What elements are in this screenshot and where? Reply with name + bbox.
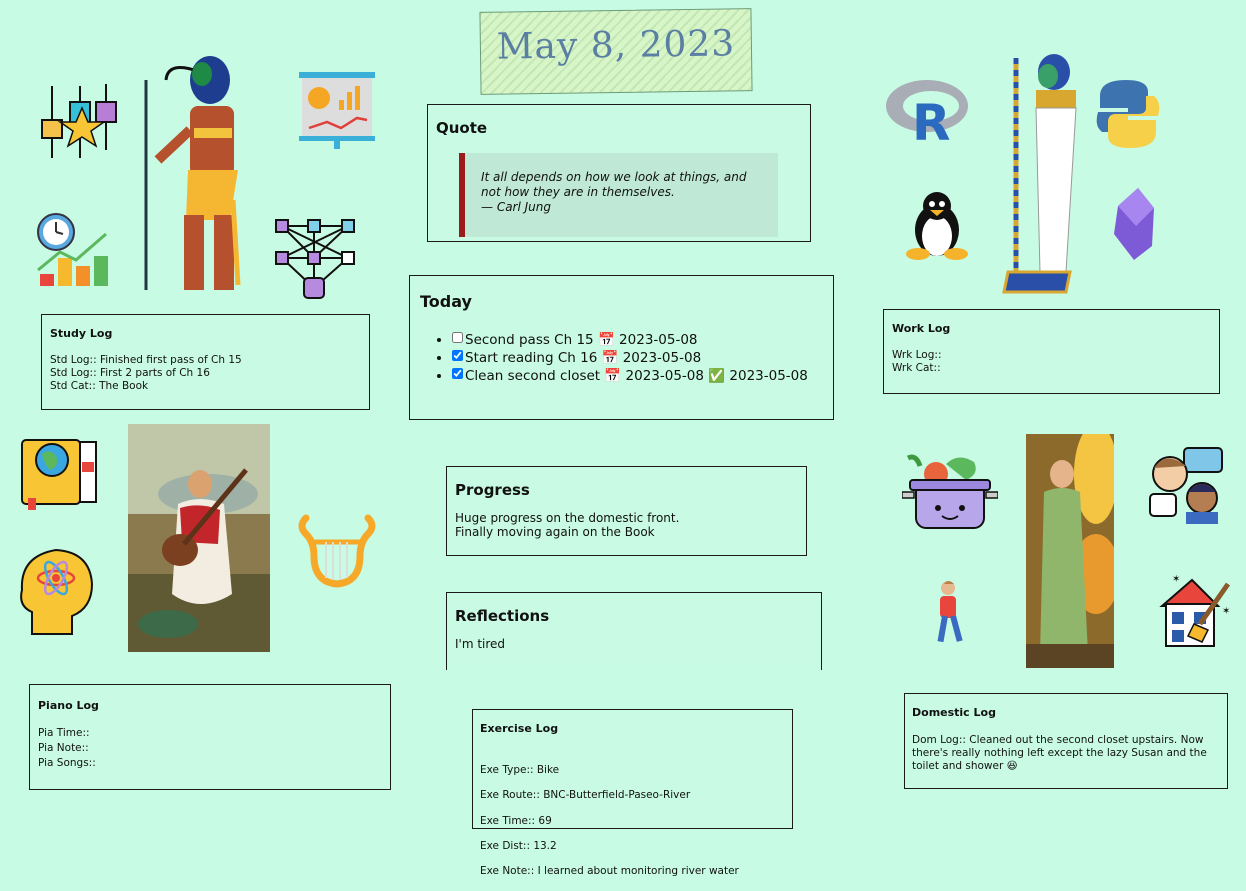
task-text: Start reading Ch 16	[465, 350, 598, 366]
done-check-icon: ✅	[708, 368, 726, 384]
goddess-painting	[1026, 434, 1114, 668]
thoth-figure	[144, 56, 241, 290]
task-text: Clean second closet	[465, 368, 601, 384]
work-log-lines: Wrk Log:: Wrk Cat::	[892, 349, 1211, 375]
task-date: 2023-05-08	[622, 350, 702, 366]
quote-text: It all depends on how we look at things,…	[481, 170, 747, 199]
exercise-log-card: Exercise Log Exe Type:: Bike Exe Route::…	[472, 709, 793, 877]
walking-child-icon	[937, 581, 963, 643]
quote-heading: Quote	[436, 119, 488, 137]
study-log-line: Std Log:: First 2 parts of Ch 16	[50, 367, 210, 379]
task-date: 2023-05-08	[625, 368, 704, 384]
work-log-heading: Work Log	[892, 322, 951, 335]
piano-log-line: Pia Songs::	[38, 757, 96, 769]
progress-heading: Progress	[455, 481, 530, 499]
svg-text:✶: ✶	[1222, 606, 1230, 617]
quote-block: It all depends on how we look at things,…	[459, 153, 778, 237]
task-checkbox[interactable]	[452, 368, 463, 379]
reflections-card: Reflections I'm tired	[446, 592, 822, 670]
page-title: May 8, 2023	[496, 23, 736, 68]
svg-text:R: R	[912, 94, 951, 144]
today-card: Today Second pass Ch 15 📅 2023-05-08 Sta…	[409, 275, 834, 420]
saraswati-painting	[128, 424, 270, 652]
piano-log-card: Piano Log Pia Time:: Pia Note:: Pia Song…	[29, 684, 391, 790]
progress-line: Finally moving again on the Book	[455, 525, 655, 539]
domestic-log-text: Dom Log:: Cleaned out the second closet …	[912, 734, 1207, 772]
work-log-line: Wrk Cat::	[892, 362, 941, 374]
exercise-log-lines: Exe Type:: Bike Exe Route:: BNC-Butterfi…	[480, 751, 785, 891]
svg-text:✶: ✶	[1172, 574, 1180, 585]
obsidian-gem-icon	[1114, 188, 1154, 260]
work-log-line: Wrk Log::	[892, 349, 942, 361]
quote-author: — Carl Jung	[481, 200, 551, 214]
task-checkbox[interactable]	[452, 332, 463, 343]
calendar-icon: 📅	[604, 368, 622, 384]
calendar-icon: 📅	[601, 350, 619, 366]
exercise-log-line: Exe Note:: I learned about monitoring ri…	[480, 865, 739, 878]
progress-line: Huge progress on the domestic front.	[455, 511, 680, 525]
task-item: Second pass Ch 15 📅 2023-05-08	[452, 331, 823, 349]
study-log-heading: Study Log	[50, 327, 113, 340]
python-logo-icon	[1096, 80, 1160, 148]
task-date: 2023-05-08	[619, 332, 698, 348]
exercise-log-heading: Exercise Log	[480, 722, 559, 735]
page-title-box: May 8, 2023	[479, 8, 753, 95]
cooking-pot-icon	[902, 454, 998, 529]
linux-penguin-icon	[906, 192, 968, 260]
presentation-chart-icon	[299, 72, 375, 149]
egyptian-god-figure	[1002, 54, 1077, 294]
task-text: Second pass Ch 15	[465, 332, 594, 348]
task-item: Clean second closet 📅 2023-05-08 ✅ 2023-…	[452, 367, 823, 385]
clock-growth-chart-icon	[37, 213, 108, 286]
progress-body: Huge progress on the domestic front. Fin…	[455, 511, 798, 539]
piano-log-lines: Pia Time:: Pia Note:: Pia Songs::	[38, 726, 382, 771]
science-head-icon	[20, 548, 94, 635]
calendar-icon: 📅	[597, 332, 615, 348]
domestic-log-heading: Domestic Log	[912, 706, 996, 719]
exercise-log-line: Exe Dist:: 13.2	[480, 839, 557, 852]
exercise-log-line: Exe Time:: 69	[480, 814, 552, 827]
task-list: Second pass Ch 15 📅 2023-05-08 Start rea…	[420, 331, 823, 385]
progress-card: Progress Huge progress on the domestic f…	[446, 466, 807, 556]
work-log-card: Work Log Wrk Log:: Wrk Cat::	[883, 309, 1220, 394]
piano-log-heading: Piano Log	[38, 699, 99, 712]
task-item: Start reading Ch 16 📅 2023-05-08	[452, 349, 823, 367]
study-log-line: Std Cat:: The Book	[50, 380, 149, 392]
exercise-log-line: Exe Route:: BNC-Butterfield-Paseo-River	[480, 789, 691, 802]
study-log-line: Std Log:: Finished first pass of Ch 15	[50, 354, 242, 366]
piano-log-line: Pia Time::	[38, 727, 90, 739]
globe-book-icon	[21, 439, 97, 510]
boxplot-star-icon	[41, 84, 117, 158]
study-log-card: Study Log Std Log:: Finished first pass …	[41, 314, 370, 410]
domestic-log-card: Domestic Log Dom Log:: Cleaned out the s…	[904, 693, 1228, 789]
network-graph-icon	[275, 219, 355, 299]
reflections-heading: Reflections	[455, 607, 550, 625]
r-logo-icon: R	[886, 80, 968, 144]
piano-log-line: Pia Note::	[38, 742, 89, 754]
task-done-date: 2023-05-08	[729, 368, 808, 384]
lyre-icon	[298, 514, 376, 588]
today-heading: Today	[420, 292, 472, 311]
quote-card: Quote It all depends on how we look at t…	[427, 104, 811, 242]
exercise-log-line: Exe Type:: Bike	[480, 763, 560, 776]
task-checkbox[interactable]	[452, 350, 463, 361]
study-log-lines: Std Log:: Finished first pass of Ch 15 S…	[50, 354, 361, 393]
conversation-people-icon	[1149, 447, 1223, 524]
house-cleaning-icon: ✶ ✶	[1159, 574, 1230, 647]
reflections-text: I'm tired	[455, 637, 506, 651]
